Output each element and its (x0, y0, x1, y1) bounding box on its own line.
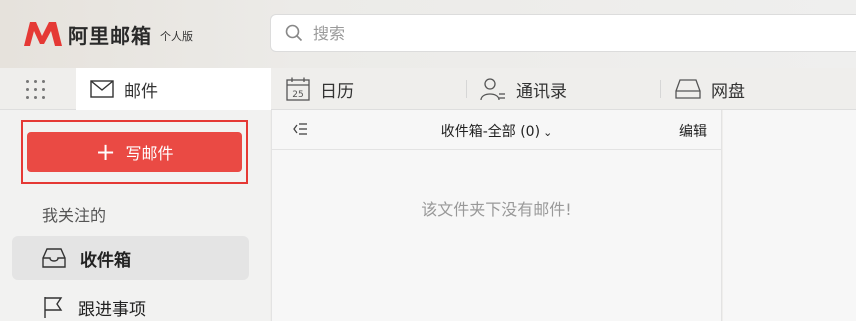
sidebar-item-inbox[interactable]: 收件箱 (12, 236, 249, 280)
chevron-down-icon: ⌄ (543, 126, 553, 139)
contacts-icon (480, 78, 505, 101)
search-input[interactable] (313, 23, 813, 43)
folder-filter-dropdown[interactable]: 收件箱-全部 (0) ⌄ (272, 121, 721, 141)
brand-edition: 个人版 (160, 29, 193, 43)
tab-label: 网盘 (711, 81, 745, 102)
tab-label: 通讯录 (516, 81, 567, 102)
sidebar-item-label: 收件箱 (80, 250, 131, 271)
reading-pane (723, 110, 856, 321)
tab-label: 日历 (320, 81, 354, 102)
inbox-icon (42, 248, 66, 268)
compose-button[interactable]: + 写邮件 (27, 132, 242, 172)
sidebar-item-label: 跟进事项 (78, 299, 146, 320)
folder-title: 收件箱-全部 (0) (440, 124, 541, 140)
brand-name: 阿里邮箱 (68, 23, 152, 48)
top-header: 阿里邮箱 个人版 (0, 0, 856, 68)
calendar-icon: 25 (286, 77, 310, 101)
tab-divider (466, 80, 467, 98)
tab-contacts[interactable]: 通讯录 (480, 68, 567, 110)
sidebar: + 写邮件 我关注的 收件箱 跟进事项 (0, 110, 270, 321)
drive-icon (675, 79, 701, 99)
empty-state-message: 该文件夹下没有邮件! (421, 200, 572, 219)
tab-drive[interactable]: 网盘 (675, 68, 745, 110)
compose-label: 写邮件 (125, 144, 174, 163)
brand-m-logo-icon (24, 22, 62, 46)
app-grid-icon[interactable] (26, 80, 46, 100)
search-icon (285, 24, 303, 42)
edit-button[interactable]: 编辑 (679, 121, 707, 141)
app-logo[interactable]: 阿里邮箱 个人版 (22, 19, 193, 49)
search-box[interactable] (270, 14, 856, 52)
flag-icon (44, 297, 63, 318)
sidebar-item-follow-up[interactable]: 跟进事项 (12, 285, 249, 321)
section-title: 我关注的 (42, 206, 107, 225)
calendar-day: 25 (292, 90, 303, 100)
compose-highlight: + 写邮件 (21, 120, 248, 184)
plus-icon: + (95, 138, 116, 166)
tab-mail[interactable]: 邮件 (76, 68, 271, 110)
mail-list-pane: 收件箱-全部 (0) ⌄ 编辑 该文件夹下没有邮件! (271, 110, 722, 321)
mail-icon (90, 80, 114, 98)
list-toolbar: 收件箱-全部 (0) ⌄ 编辑 (272, 110, 721, 150)
tab-calendar[interactable]: 25 日历 (286, 68, 354, 110)
tab-divider (660, 80, 661, 98)
module-tabs: 邮件 25 日历 通讯录 网盘 (0, 68, 856, 110)
tab-label: 邮件 (124, 81, 158, 102)
